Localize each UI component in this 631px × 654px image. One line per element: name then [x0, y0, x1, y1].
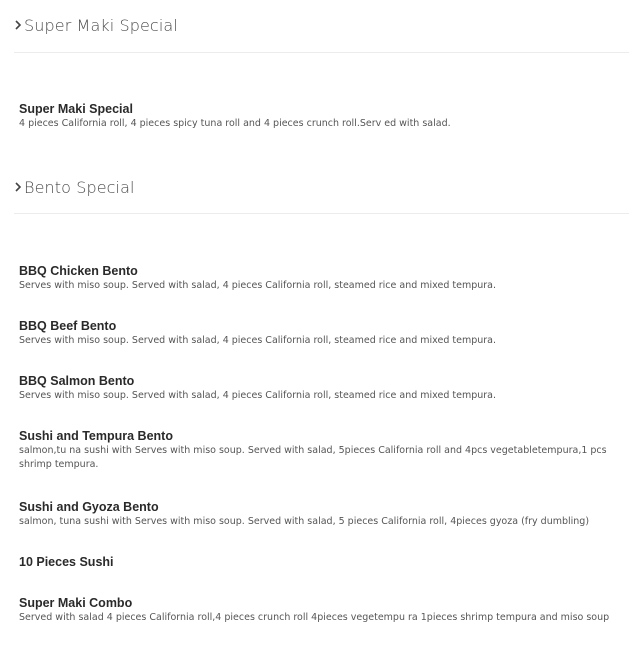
section-title: Bento Special — [24, 177, 135, 197]
menu-item[interactable]: Sushi and Gyoza Bento salmon, tuna sushi… — [19, 499, 619, 529]
menu-item-description: Serves with miso soup. Served with salad… — [19, 390, 497, 401]
divider — [14, 213, 629, 214]
menu-item-description: salmon,tu na sushi with Serves with miso… — [19, 445, 607, 470]
menu-item[interactable]: 10 Pieces Sushi — [19, 554, 619, 570]
menu-item[interactable]: BBQ Beef Bento Serves with miso soup. Se… — [19, 318, 619, 348]
menu-item-name: Sushi and Gyoza Bento — [19, 500, 159, 514]
chevron-right-icon — [15, 182, 22, 192]
menu-item[interactable]: BBQ Salmon Bento Serves with miso soup. … — [19, 373, 619, 403]
section-title: Super Maki Special — [24, 15, 178, 35]
menu-item[interactable]: Super Maki Combo Served with salad 4 pie… — [19, 595, 619, 625]
section-header-bento-special[interactable]: Bento Special — [14, 172, 631, 202]
menu-item-description: 4 pieces California roll, 4 pieces spicy… — [19, 118, 451, 129]
menu-item-name: Super Maki Special — [19, 102, 133, 116]
menu-item-name: BBQ Chicken Bento — [19, 264, 138, 278]
menu-item-description: Serves with miso soup. Served with salad… — [19, 280, 497, 291]
chevron-right-icon — [15, 20, 22, 30]
section-header-super-maki-special[interactable]: Super Maki Special — [14, 10, 631, 40]
menu-item-name: Sushi and Tempura Bento — [19, 429, 173, 443]
menu-item-description: Served with salad 4 pieces California ro… — [19, 612, 610, 623]
menu-item[interactable]: Sushi and Tempura Bento salmon,tu na sus… — [19, 428, 619, 472]
menu-item-name: BBQ Salmon Bento — [19, 374, 135, 388]
menu-item[interactable]: BBQ Chicken Bento Serves with miso soup.… — [19, 263, 619, 293]
menu-item-description: salmon, tuna sushi with Serves with miso… — [19, 516, 590, 527]
menu-item-name: Super Maki Combo — [19, 596, 133, 610]
divider — [14, 52, 629, 53]
menu-item[interactable]: Super Maki Special 4 pieces California r… — [19, 101, 619, 131]
menu-item-description: Serves with miso soup. Served with salad… — [19, 335, 497, 346]
menu-item-name: 10 Pieces Sushi — [19, 555, 114, 569]
menu-item-name: BBQ Beef Bento — [19, 319, 117, 333]
